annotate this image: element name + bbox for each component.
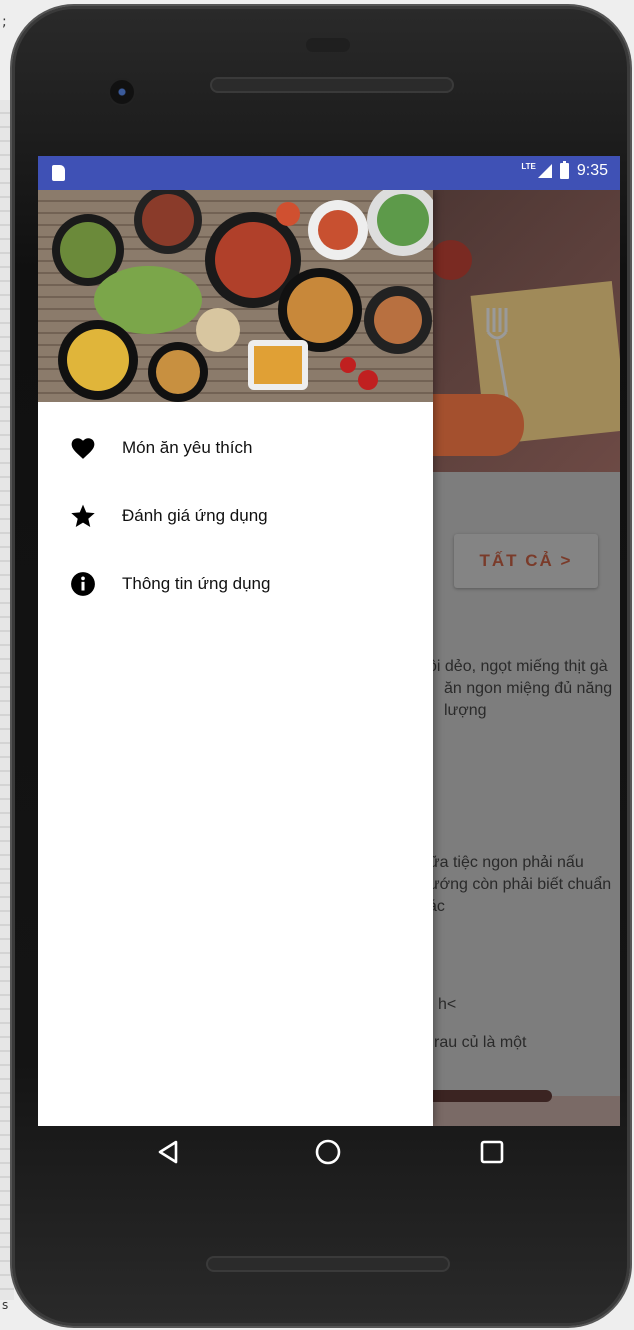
background-snippet-2: bữa tiệc ngon phải nấu nướng còn phải bi…: [420, 854, 612, 915]
drawer-item-label: Món ăn yêu thích: [122, 438, 253, 457]
see-all-button[interactable]: TẤT CẢ >: [454, 534, 598, 588]
back-icon: [158, 1140, 178, 1164]
drawer-menu: Món ăn yêu thích Đánh giá ứng dụng Thông…: [38, 402, 433, 618]
sd-card-icon: [52, 165, 65, 181]
drawer-item-favorites[interactable]: Món ăn yêu thích: [38, 414, 433, 482]
background-snippet-3: h<: [438, 996, 457, 1013]
stray-text-bottom: s: [2, 1298, 9, 1312]
proximity-sensor: [306, 38, 350, 52]
front-camera: [110, 80, 134, 104]
background-snippet-1: xôi dẻo, ngọt miếng thịt gà ăn ngon miện…: [420, 658, 613, 719]
top-speaker: [210, 77, 454, 93]
device-screen: LTE 9:35 TẤT CẢ > xôi dẻo, ngọt miếng th…: [38, 156, 620, 1126]
page: ; s LTE 9:35 TẤT CẢ > xôi dẻo, ngọt miến…: [0, 0, 634, 1330]
status-bar: LTE 9:35: [38, 156, 620, 190]
home-button[interactable]: [308, 1132, 348, 1172]
drawer-header-image: [38, 190, 433, 402]
network-type-label: LTE: [521, 161, 536, 171]
status-time: 9:35: [576, 162, 608, 179]
status-right-group: LTE 9:35: [521, 161, 608, 180]
drawer-item-label: Đánh giá ứng dụng: [122, 506, 268, 525]
battery-icon: [559, 161, 569, 179]
background-snippet-4: rau củ là một: [434, 1034, 527, 1051]
navigation-drawer: Món ăn yêu thích Đánh giá ứng dụng Thông…: [38, 190, 433, 1126]
background-tomato-image: [430, 240, 472, 280]
recents-button[interactable]: [472, 1132, 512, 1172]
drawer-item-app-info[interactable]: Thông tin ứng dụng: [38, 550, 433, 618]
food-spread-illustration: [38, 190, 433, 402]
info-icon: [70, 571, 96, 597]
signal-icon: [537, 164, 552, 178]
back-button[interactable]: [148, 1132, 188, 1172]
stray-text-top: ;: [2, 14, 7, 30]
star-icon: [70, 503, 96, 529]
heart-icon: [70, 435, 96, 461]
recents-icon: [480, 1140, 504, 1164]
phone-frame: LTE 9:35 TẤT CẢ > xôi dẻo, ngọt miếng th…: [12, 6, 630, 1326]
drawer-item-label: Thông tin ứng dụng: [122, 574, 271, 593]
home-icon: [315, 1139, 341, 1165]
background-banner-shape: [418, 394, 524, 456]
drawer-item-rate-app[interactable]: Đánh giá ứng dụng: [38, 482, 433, 550]
bottom-speaker: [206, 1256, 450, 1272]
